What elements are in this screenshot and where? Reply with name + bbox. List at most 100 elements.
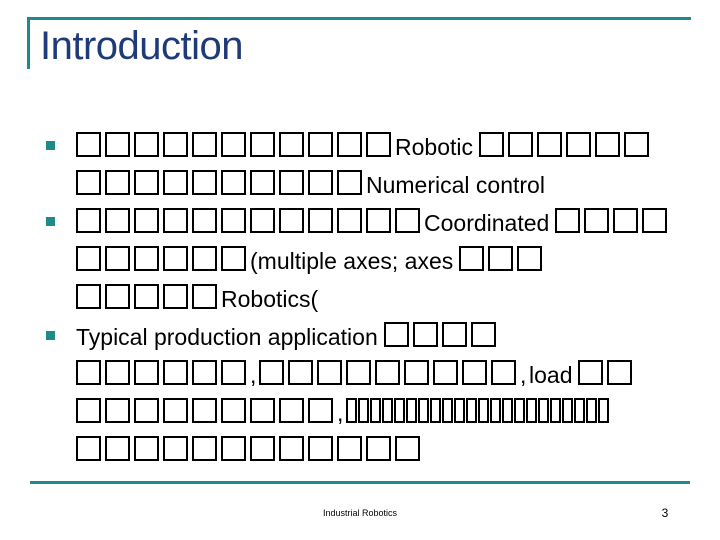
- missing-glyph-box: [346, 398, 357, 423]
- missing-glyph-box: [642, 208, 668, 233]
- missing-glyph-box: [221, 360, 246, 385]
- latin-text: (multiple axes; axes: [250, 248, 454, 274]
- missing-glyph-box: [366, 436, 391, 461]
- missing-glyph-box: [490, 398, 501, 423]
- footer-label: Industrial Robotics: [322, 508, 398, 518]
- bullet-item: Coordinated (multiple axes; axes Robotics(: [0, 204, 720, 318]
- missing-glyph-box: [192, 284, 217, 309]
- missing-glyph-box: [250, 208, 275, 233]
- missing-glyph-box: [366, 132, 391, 157]
- missing-glyph-box: [221, 398, 246, 423]
- missing-glyph-box: [466, 398, 477, 423]
- missing-glyph-box: [578, 360, 604, 385]
- page-number: 3: [661, 506, 669, 520]
- latin-text: Robotic: [395, 134, 473, 160]
- missing-glyph-box: [433, 360, 458, 385]
- missing-glyph-box: [76, 398, 101, 423]
- footer-rule: [30, 481, 690, 484]
- missing-glyph-box: [134, 246, 159, 271]
- missing-glyph-box: [192, 398, 217, 423]
- square-bullet-icon: [46, 217, 55, 226]
- missing-glyph-box: [250, 398, 275, 423]
- missing-glyph-box: [412, 322, 438, 347]
- missing-glyph-box: [288, 360, 313, 385]
- missing-glyph-box: [623, 132, 649, 157]
- missing-glyph-box: [404, 360, 429, 385]
- bullet-item: Robotic Numerical control: [0, 128, 720, 204]
- missing-glyph-box: [192, 436, 217, 461]
- missing-glyph-box: [613, 208, 639, 233]
- missing-glyph-box: [517, 246, 543, 271]
- missing-glyph-box: [555, 208, 581, 233]
- bullet-line: ,: [76, 394, 720, 432]
- missing-glyph-box: [221, 132, 246, 157]
- missing-glyph-box: [317, 360, 342, 385]
- latin-text: load: [529, 362, 573, 388]
- missing-glyph-box: [279, 208, 304, 233]
- missing-glyph-box: [507, 132, 533, 157]
- missing-glyph-box: [134, 170, 159, 195]
- missing-glyph-box: [383, 322, 409, 347]
- missing-glyph-box: [337, 436, 362, 461]
- missing-glyph-box: [550, 398, 561, 423]
- missing-glyph-box: [584, 208, 610, 233]
- missing-glyph-box: [259, 360, 284, 385]
- missing-glyph-box: [337, 132, 362, 157]
- missing-glyph-box: [536, 132, 562, 157]
- missing-glyph-box: [279, 398, 304, 423]
- missing-glyph-box: [250, 132, 275, 157]
- page-title: Introduction: [40, 24, 244, 68]
- bullet-line: (multiple axes; axes: [76, 242, 720, 280]
- missing-glyph-box: [538, 398, 549, 423]
- missing-glyph-box: [134, 132, 159, 157]
- missing-glyph-box: [163, 284, 188, 309]
- square-bullet-icon: [46, 331, 55, 340]
- missing-glyph-box: [370, 398, 381, 423]
- missing-glyph-box: [192, 246, 217, 271]
- missing-glyph-box: [607, 360, 633, 385]
- latin-text: Numerical control: [366, 172, 545, 198]
- missing-glyph-box: [221, 246, 246, 271]
- missing-glyph-box: [105, 398, 130, 423]
- missing-glyph-box: [76, 360, 101, 385]
- missing-glyph-box: [76, 246, 101, 271]
- missing-glyph-box: [250, 170, 275, 195]
- missing-glyph-box: [134, 360, 159, 385]
- missing-glyph-box: [574, 398, 585, 423]
- missing-glyph-box: [134, 398, 159, 423]
- missing-glyph-box: [221, 436, 246, 461]
- missing-glyph-box: [105, 246, 130, 271]
- missing-glyph-box: [454, 398, 465, 423]
- missing-glyph-box: [375, 360, 400, 385]
- missing-glyph-box: [395, 208, 420, 233]
- missing-glyph-box: [382, 398, 393, 423]
- missing-glyph-box: [105, 436, 130, 461]
- missing-glyph-box: [406, 398, 417, 423]
- missing-glyph-box: [594, 132, 620, 157]
- missing-glyph-box: [308, 398, 333, 423]
- missing-glyph-box: [562, 398, 573, 423]
- missing-glyph-box: [192, 170, 217, 195]
- missing-glyph-box: [308, 436, 333, 461]
- slide-body: Robotic Numerical control Coordinated (mult…: [0, 128, 720, 470]
- missing-glyph-box: [598, 398, 609, 423]
- missing-glyph-box: [430, 398, 441, 423]
- missing-glyph-box: [514, 398, 525, 423]
- title-left-rule: [27, 17, 30, 69]
- bullet-line: ,, load: [76, 356, 720, 394]
- bullet-line: Robotic: [76, 128, 720, 166]
- punctuation: ,: [250, 362, 257, 388]
- missing-glyph-box: [395, 436, 420, 461]
- bullet-line: Robotics(: [76, 280, 720, 318]
- missing-glyph-box: [308, 170, 333, 195]
- latin-text: Coordinated: [424, 210, 550, 236]
- square-bullet-icon: [46, 141, 55, 150]
- missing-glyph-box: [337, 170, 362, 195]
- missing-glyph-box: [502, 398, 513, 423]
- missing-glyph-box: [586, 398, 597, 423]
- missing-glyph-box: [76, 132, 101, 157]
- missing-glyph-box: [279, 132, 304, 157]
- missing-glyph-box: [192, 360, 217, 385]
- missing-glyph-box: [163, 132, 188, 157]
- missing-glyph-box: [134, 436, 159, 461]
